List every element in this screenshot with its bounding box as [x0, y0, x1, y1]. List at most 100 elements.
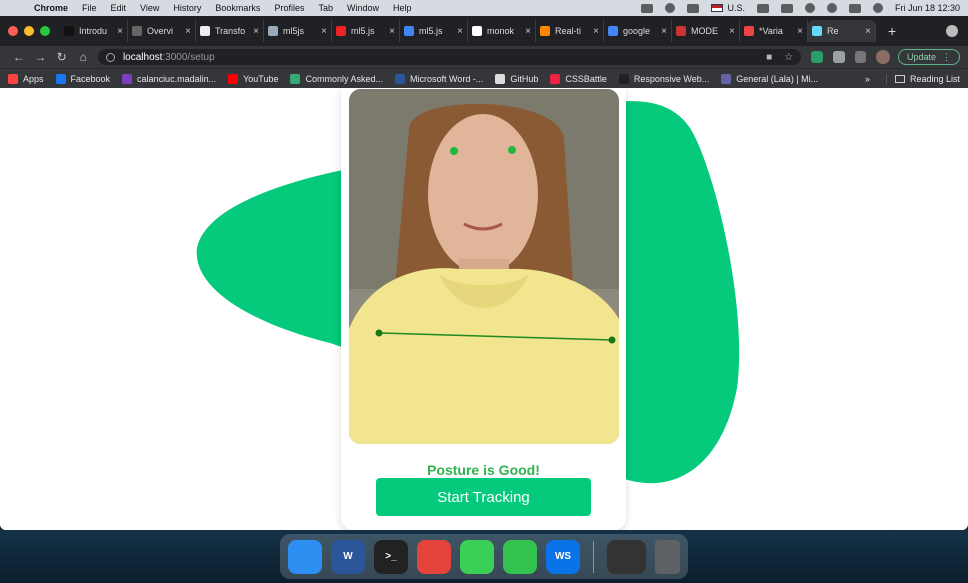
- bookmark-item[interactable]: Responsive Web...: [618, 73, 709, 84]
- extensions-puzzle-icon[interactable]: [854, 51, 867, 63]
- address-bar-icons: ■ ☆: [766, 52, 793, 63]
- browser-tab[interactable]: Overvi ×: [128, 20, 196, 42]
- site-info-icon[interactable]: [105, 52, 115, 62]
- tab-close-icon[interactable]: ×: [389, 26, 395, 37]
- url-host: localhost: [122, 51, 163, 63]
- bookmark-favicon-icon: [721, 73, 732, 84]
- reload-icon[interactable]: ↻: [51, 50, 72, 64]
- bookmark-item[interactable]: YouTube: [228, 73, 278, 84]
- reading-list-button[interactable]: Reading List: [885, 73, 960, 84]
- browser-tab[interactable]: MODE ×: [672, 20, 740, 42]
- tab-close-icon[interactable]: ×: [525, 26, 531, 37]
- bookmark-star-icon[interactable]: ☆: [784, 52, 793, 63]
- tab-close-icon[interactable]: ×: [797, 26, 803, 37]
- address-bar[interactable]: localhost :3000/setup ■ ☆: [97, 49, 802, 65]
- menu-view[interactable]: View: [140, 3, 159, 13]
- new-tab-button[interactable]: +: [888, 23, 896, 39]
- forward-icon[interactable]: →: [29, 50, 50, 64]
- menu-tab[interactable]: Tab: [318, 3, 333, 13]
- start-tracking-button[interactable]: Start Tracking: [376, 478, 591, 516]
- close-window-button[interactable]: [8, 26, 18, 36]
- zoom-window-button[interactable]: [40, 26, 50, 36]
- messages-icon[interactable]: [460, 539, 494, 574]
- home-icon[interactable]: ⌂: [72, 50, 93, 64]
- tab-close-icon[interactable]: ×: [457, 26, 463, 37]
- extension-f-icon[interactable]: [832, 51, 845, 63]
- browser-tab[interactable]: Real-ti ×: [536, 20, 604, 42]
- tab-search-icon[interactable]: [946, 25, 958, 37]
- browser-tab[interactable]: Introdu ×: [60, 20, 128, 42]
- profile-avatar[interactable]: [876, 50, 891, 64]
- browser-tab[interactable]: ml5js ×: [264, 20, 332, 42]
- menu-file[interactable]: File: [82, 3, 97, 13]
- tab-close-icon[interactable]: ×: [593, 26, 599, 37]
- spotlight-icon[interactable]: [826, 3, 837, 13]
- bluetooth-icon[interactable]: [756, 3, 769, 13]
- word-icon[interactable]: W: [331, 539, 365, 574]
- battery-icon[interactable]: [780, 3, 793, 13]
- tab-close-icon[interactable]: ×: [321, 26, 327, 37]
- back-icon[interactable]: ←: [8, 50, 29, 64]
- dock-separator: [593, 540, 594, 573]
- extension-s-icon[interactable]: [811, 51, 823, 63]
- webstorm-icon[interactable]: WS: [546, 539, 580, 574]
- tab-title: Overvi: [147, 26, 174, 36]
- menu-profiles[interactable]: Profiles: [274, 3, 304, 13]
- bookmark-item[interactable]: CSSBattle: [550, 73, 607, 84]
- finder-icon[interactable]: [288, 539, 322, 574]
- status-play-icon[interactable]: [665, 3, 676, 13]
- bookmark-item[interactable]: Facebook: [55, 73, 110, 84]
- right-shoulder-marker: [608, 336, 616, 344]
- tab-favicon-icon: [336, 26, 346, 36]
- menu-history[interactable]: History: [173, 3, 201, 13]
- trash-icon[interactable]: [654, 539, 680, 574]
- tab-title: Introdu: [79, 26, 108, 36]
- browser-tab[interactable]: ml5.js ×: [400, 20, 468, 42]
- tab-title: Re: [827, 26, 839, 36]
- tab-title: monok: [487, 26, 515, 36]
- menu-edit[interactable]: Edit: [111, 3, 127, 13]
- wifi-icon[interactable]: [804, 3, 815, 13]
- tab-favicon-icon: [404, 26, 414, 36]
- bookmarks-overflow-button[interactable]: »: [865, 74, 870, 84]
- tab-favicon-icon: [132, 26, 142, 36]
- chrome-window-thumbnail[interactable]: [606, 539, 646, 574]
- browser-tab[interactable]: ml5.js ×: [332, 20, 400, 42]
- tab-close-icon[interactable]: ×: [729, 26, 735, 37]
- tab-close-icon[interactable]: ×: [185, 26, 191, 37]
- menu-help[interactable]: Help: [393, 3, 412, 13]
- menubar-clock[interactable]: Fri Jun 18 12:30: [895, 3, 960, 13]
- tab-favicon-icon: [744, 26, 754, 36]
- update-button[interactable]: Update ⋮: [898, 49, 961, 65]
- camera-in-use-icon[interactable]: ■: [766, 52, 772, 63]
- input-source[interactable]: U.S.: [711, 3, 745, 13]
- tab-close-icon[interactable]: ×: [865, 26, 871, 37]
- macos-dock: W >_ WS: [280, 534, 688, 579]
- browser-tab[interactable]: Re ×: [808, 20, 876, 42]
- bookmark-item[interactable]: Commonly Asked...: [290, 73, 383, 84]
- control-center-icon[interactable]: [848, 3, 861, 13]
- tab-close-icon[interactable]: ×: [253, 26, 259, 37]
- tab-close-icon[interactable]: ×: [117, 26, 123, 37]
- chrome-icon[interactable]: [417, 539, 451, 574]
- browser-tab[interactable]: monok ×: [468, 20, 536, 42]
- bookmark-item[interactable]: Microsoft Word -...: [395, 73, 484, 84]
- bookmark-item[interactable]: GitHub: [495, 73, 538, 84]
- menu-bookmarks[interactable]: Bookmarks: [215, 3, 260, 13]
- menu-app-name[interactable]: Chrome: [34, 3, 68, 13]
- bookmark-item[interactable]: General (Lala) | Mi...: [721, 73, 818, 84]
- terminal-icon[interactable]: >_: [374, 539, 408, 574]
- browser-tab[interactable]: google ×: [604, 20, 672, 42]
- siri-icon[interactable]: [872, 3, 883, 13]
- browser-tab[interactable]: *Varia ×: [740, 20, 808, 42]
- facetime-icon[interactable]: [503, 539, 537, 574]
- bookmark-label: Microsoft Word -...: [410, 73, 484, 84]
- minimize-window-button[interactable]: [24, 26, 34, 36]
- browser-tab[interactable]: Transfo ×: [196, 20, 264, 42]
- status-muted-icon[interactable]: [687, 3, 700, 13]
- bookmark-item[interactable]: Apps: [8, 73, 44, 84]
- tab-close-icon[interactable]: ×: [661, 26, 667, 37]
- status-app-icon[interactable]: [641, 3, 654, 13]
- menu-window[interactable]: Window: [347, 3, 379, 13]
- bookmark-item[interactable]: calanciuc.madalin...: [122, 73, 216, 84]
